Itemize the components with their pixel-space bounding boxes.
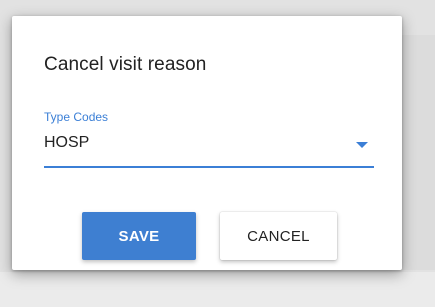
chevron-down-icon[interactable] — [356, 142, 368, 148]
type-codes-value[interactable]: HOSP — [44, 134, 89, 152]
backdrop-panel — [402, 35, 435, 270]
backdrop-strip — [0, 272, 435, 307]
type-codes-label: Type Codes — [44, 110, 109, 124]
dialog-title: Cancel visit reason — [44, 54, 207, 75]
cancel-button[interactable]: CANCEL — [220, 212, 337, 260]
field-underline — [44, 166, 374, 168]
cancel-visit-dialog: Cancel visit reason Type Codes HOSP SAVE… — [12, 16, 402, 270]
type-codes-select[interactable]: Type Codes HOSP — [44, 110, 374, 168]
save-button[interactable]: SAVE — [82, 212, 196, 260]
